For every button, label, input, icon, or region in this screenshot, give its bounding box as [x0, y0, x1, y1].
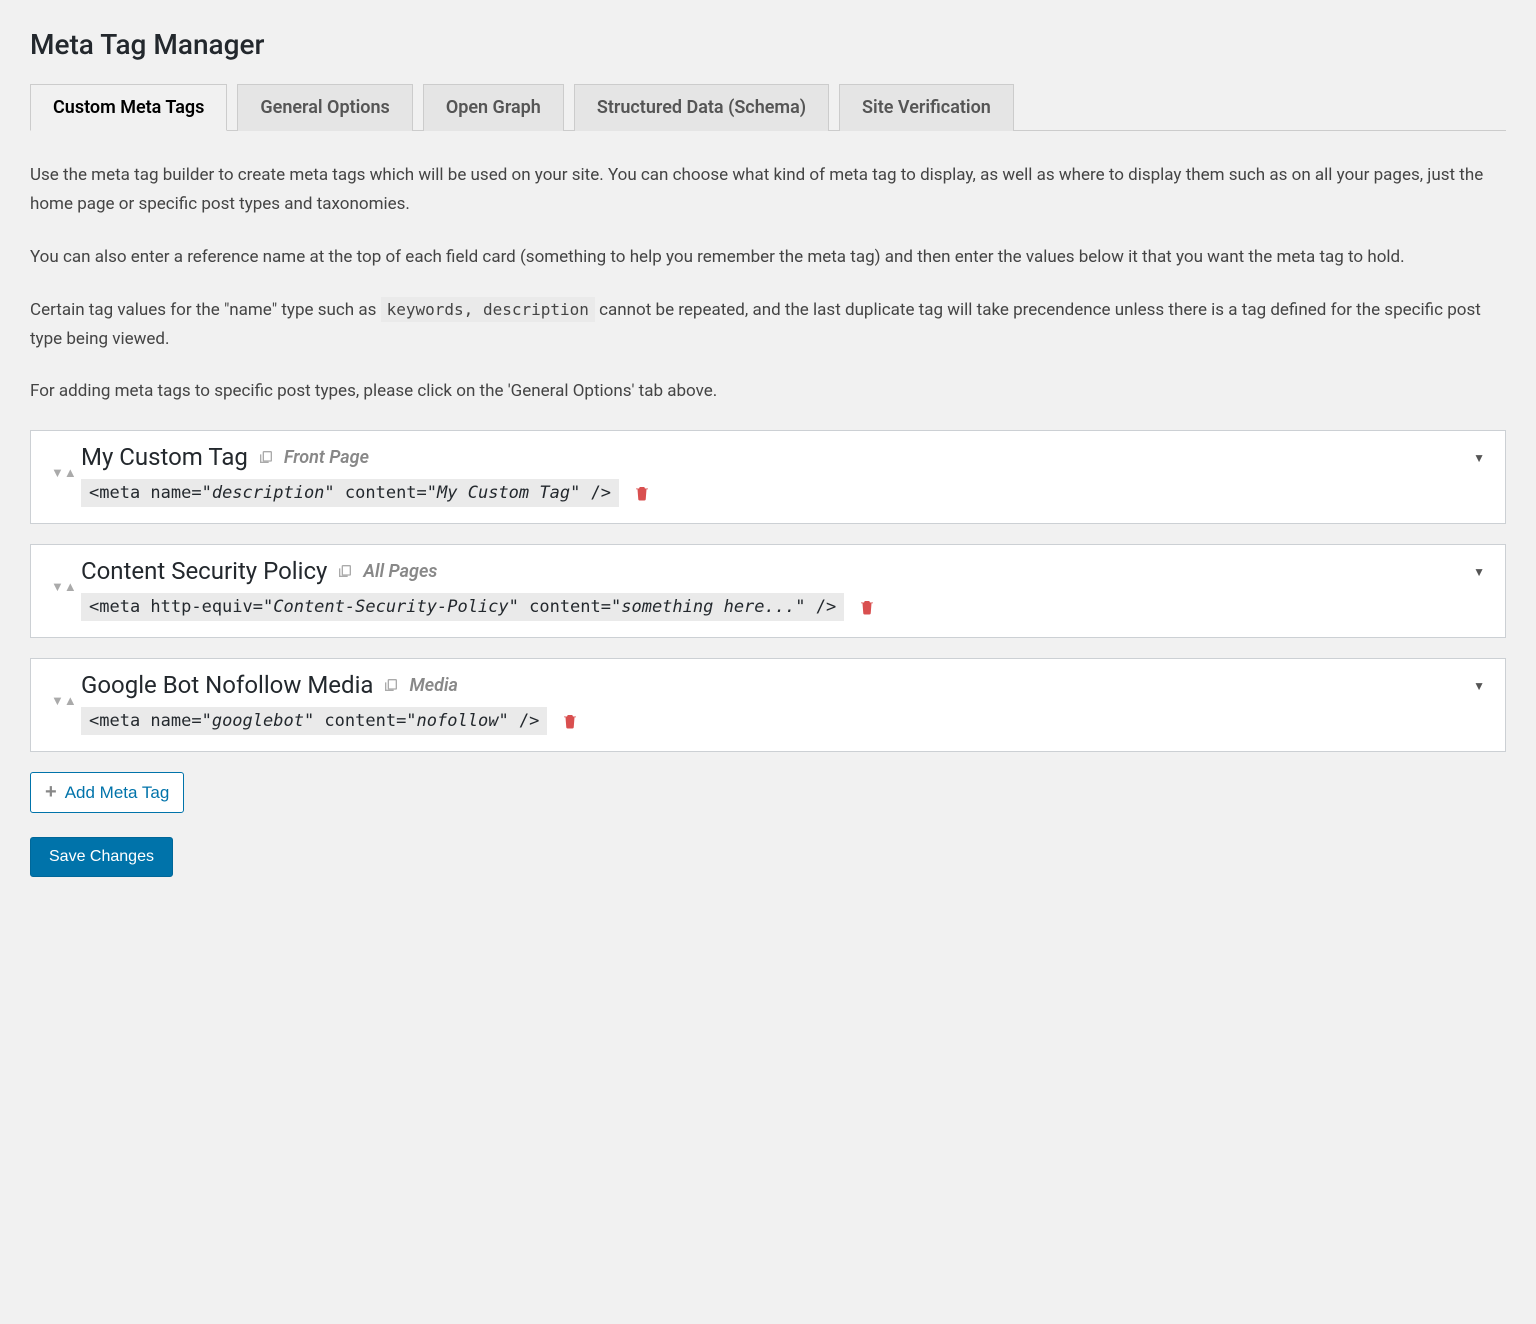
- intro-text: Use the meta tag builder to create meta …: [30, 161, 1506, 406]
- tag-scope: Media: [409, 675, 457, 696]
- sort-handle-icon[interactable]: ▼▲: [51, 671, 81, 709]
- cards-icon: [337, 563, 353, 579]
- tab-open-graph[interactable]: Open Graph: [423, 84, 564, 131]
- cards-icon: [258, 449, 274, 465]
- meta-code-preview: <meta http-equiv="Content-Security-Polic…: [81, 593, 844, 621]
- plus-icon: +: [45, 781, 57, 804]
- tag-scope: Front Page: [284, 447, 369, 468]
- tag-title: My Custom Tag: [81, 443, 248, 471]
- collapse-toggle-icon[interactable]: ▼: [1473, 451, 1485, 465]
- trash-icon[interactable]: [858, 598, 876, 616]
- intro-code: keywords, description: [381, 297, 595, 322]
- tab-general-options[interactable]: General Options: [237, 84, 412, 131]
- intro-p2: You can also enter a reference name at t…: [30, 243, 1506, 272]
- intro-p4: For adding meta tags to specific post ty…: [30, 377, 1506, 406]
- tag-scope: All Pages: [363, 561, 437, 582]
- tag-list: ▼▲ My Custom Tag Front Page <meta name="…: [30, 430, 1506, 752]
- meta-code-preview: <meta name="googlebot" content="nofollow…: [81, 707, 547, 735]
- meta-tag-card: ▼▲ Google Bot Nofollow Media Media <meta…: [30, 658, 1506, 752]
- sort-handle-icon[interactable]: ▼▲: [51, 557, 81, 595]
- tab-custom-meta-tags[interactable]: Custom Meta Tags: [30, 84, 227, 131]
- meta-code-preview: <meta name="description" content="My Cus…: [81, 479, 619, 507]
- page-title: Meta Tag Manager: [30, 28, 1506, 61]
- collapse-toggle-icon[interactable]: ▼: [1473, 565, 1485, 579]
- tag-title: Google Bot Nofollow Media: [81, 671, 373, 699]
- intro-p3: Certain tag values for the "name" type s…: [30, 296, 1506, 354]
- add-meta-tag-button[interactable]: + Add Meta Tag: [30, 772, 184, 813]
- trash-icon[interactable]: [633, 484, 651, 502]
- intro-p1: Use the meta tag builder to create meta …: [30, 161, 1506, 219]
- tabs: Custom Meta TagsGeneral OptionsOpen Grap…: [30, 83, 1506, 131]
- tab-structured-data-schema-[interactable]: Structured Data (Schema): [574, 84, 829, 131]
- collapse-toggle-icon[interactable]: ▼: [1473, 679, 1485, 693]
- trash-icon[interactable]: [561, 712, 579, 730]
- tab-site-verification[interactable]: Site Verification: [839, 84, 1014, 131]
- sort-handle-icon[interactable]: ▼▲: [51, 443, 81, 481]
- meta-tag-card: ▼▲ My Custom Tag Front Page <meta name="…: [30, 430, 1506, 524]
- cards-icon: [383, 677, 399, 693]
- save-changes-button[interactable]: Save Changes: [30, 837, 173, 877]
- meta-tag-card: ▼▲ Content Security Policy All Pages <me…: [30, 544, 1506, 638]
- tag-title: Content Security Policy: [81, 557, 327, 585]
